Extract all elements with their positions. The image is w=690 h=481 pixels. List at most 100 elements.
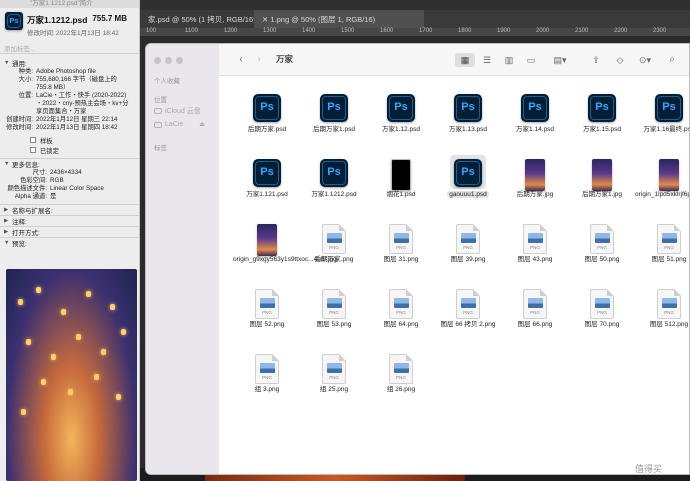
name-extension-section-toggle[interactable]: ▶ 名称与扩展名: (0, 205, 139, 215)
file-item[interactable]: Ps 万家1.14.psd (501, 84, 569, 148)
info-modified-label: 修改时间: (27, 30, 55, 37)
file-item[interactable]: PNG 组 3.png (233, 344, 301, 408)
info-size: 755.7 MB (92, 14, 127, 23)
file-name-text: 万家1.16最终.psd (643, 126, 690, 133)
file-item[interactable]: PNG 图层 39.png (434, 214, 502, 278)
view-gallery-button[interactable]: ▭ (521, 53, 541, 67)
png-file-icon: PNG (255, 289, 279, 319)
group-by-button[interactable]: ▤▾ (549, 53, 571, 67)
file-item[interactable]: PNG 后期万家.png (300, 214, 368, 278)
file-item[interactable]: PNG 图层 70.png (568, 279, 636, 343)
ruler-tick: 1500 (341, 28, 355, 34)
file-item[interactable]: PNG 图层 50.png (568, 214, 636, 278)
file-item[interactable]: Ps 万家1.15.psd (568, 84, 636, 148)
file-item[interactable]: Ps 万家1.1212.psd (300, 149, 368, 213)
lantern-shape (121, 329, 126, 335)
file-name: 组 25.png (300, 386, 368, 394)
info-key: 尺寸: (32, 169, 47, 176)
file-name: 图层 66 拷贝 2.png (434, 321, 502, 329)
file-item[interactable]: PNG 图层 64.png (367, 279, 435, 343)
preview-image (6, 269, 137, 481)
view-icons-button[interactable]: ▦ (455, 53, 475, 67)
chevron-down-icon: ▼ (4, 161, 10, 167)
more-info-title: 更多信息: (12, 162, 40, 169)
file-icon-wrapper (659, 159, 679, 191)
file-icon-wrapper: PNG (523, 224, 547, 254)
share-button[interactable]: ⇪ (589, 53, 603, 67)
file-name-text: 组 3.png (254, 386, 280, 393)
sidebar-section-locations: 位置 (154, 97, 167, 104)
info-key: 修改时间: (6, 124, 33, 131)
file-name-text: 后期万家.psd (247, 126, 287, 133)
file-item[interactable]: PNG 图层 66.png (501, 279, 569, 343)
file-item[interactable]: origin_g9xgy563y1s9ttxoc...4bhr.jpg (233, 214, 337, 278)
file-item[interactable]: Ps 后期万家1.psd (300, 84, 368, 148)
sidebar-item-icloud[interactable]: iCloud 云盘 (154, 106, 201, 116)
photoshop-document-tab-active[interactable]: ✕ 1.png @ 50% (图层 1, RGB/16) (254, 10, 424, 28)
zoom-window-button[interactable] (176, 57, 183, 64)
file-name: 图层 52.png (233, 321, 301, 329)
open-with-section-toggle[interactable]: ▶ 打开方式: (0, 227, 139, 237)
tags-input[interactable]: 添加标签... (0, 40, 139, 54)
general-section-toggle[interactable]: ▼ 通用: (0, 58, 139, 68)
image-thumbnail-icon (391, 159, 411, 191)
file-item[interactable]: PNG 图层 31.png (367, 214, 435, 278)
get-info-window: "万家1.1212.psd"简介 Ps 万家1.1212.psd 755.7 M… (0, 0, 140, 481)
file-item[interactable]: PNG 图层 51.png (635, 214, 689, 278)
more-actions-button[interactable]: ⊙▾ (635, 53, 655, 67)
info-key: Alpha 通道: (14, 193, 47, 200)
image-thumbnail-icon (659, 159, 679, 191)
eject-icon[interactable]: ⏏ (199, 121, 205, 128)
file-item[interactable]: Ps 万家1.13.psd (434, 84, 502, 148)
back-button[interactable]: ‹ (235, 53, 247, 67)
file-item[interactable]: PNG 组 25.png (300, 344, 368, 408)
minimize-window-button[interactable] (165, 57, 172, 64)
file-item[interactable]: PNG 图层 43.png (501, 214, 569, 278)
file-name: 图层 31.png (367, 256, 435, 264)
file-item[interactable]: Ps gaouuu1.psd (434, 149, 502, 213)
preview-section-toggle[interactable]: ▼ 预览: (0, 238, 139, 248)
file-item[interactable]: Ps 万家1.16最终.psd (635, 84, 690, 148)
photoshop-file-icon: Ps (588, 94, 616, 122)
comments-title: 注释: (12, 219, 27, 226)
list-view-icon: ☰ (482, 55, 492, 65)
file-item[interactable]: 后期万家1.jpg (568, 149, 636, 213)
checkbox-icon (30, 147, 36, 153)
file-item[interactable]: Ps 万家1.12.psd (367, 84, 435, 148)
file-item[interactable]: PNG 图层 66 拷贝 2.png (434, 279, 502, 343)
ruler-tick: 2100 (575, 28, 589, 34)
info-value: 是 (50, 193, 57, 200)
file-item[interactable]: PNG 组 26.png (367, 344, 435, 408)
file-item[interactable]: origin_1lpd5xklrjf6pfa6f...fnnfl.jpg (635, 149, 689, 213)
info-window-title: "万家1.1212.psd"简介 (0, 0, 139, 8)
file-item[interactable]: Ps 后期万家.psd (233, 84, 301, 148)
sidebar-item-lacie[interactable]: LaCie ⏏ (154, 121, 205, 128)
photoshop-file-icon: Ps (454, 94, 482, 122)
sidebar-item-label: LaCie (165, 121, 184, 128)
lantern-shape (94, 374, 99, 380)
search-icon: ⌕ (669, 54, 675, 65)
search-button[interactable]: ⌕ (665, 53, 679, 67)
locked-checkbox[interactable]: 已锁定 (30, 145, 139, 155)
view-list-button[interactable]: ☰ (477, 53, 497, 67)
close-window-button[interactable] (154, 57, 161, 64)
info-value: 755,680,166 字节（磁盘上的 755.8 MB） (36, 76, 117, 91)
file-name: 万家1.12.psd (367, 126, 435, 134)
png-file-icon: PNG (523, 289, 547, 319)
file-item[interactable]: Ps 万家1.121.psd (233, 149, 301, 213)
file-item[interactable]: PNG 图层 53.png (300, 279, 368, 343)
file-item[interactable]: PNG 图层 52.png (233, 279, 301, 343)
file-name-text: 图层 43.png (517, 256, 553, 263)
file-name-text: 图层 52.png (249, 321, 285, 328)
photoshop-document-tab[interactable]: 家.psd @ 50% (1 拷贝, RGB/16*) (140, 10, 259, 28)
more-info-section-toggle[interactable]: ▼ 更多信息: (0, 159, 139, 169)
view-columns-button[interactable]: ▥ (499, 53, 519, 67)
file-icon-wrapper: Ps (320, 159, 348, 187)
tag-button[interactable]: ◇ (613, 53, 627, 67)
file-item[interactable]: 烟花1.psd (367, 149, 435, 213)
forward-button[interactable]: › (253, 53, 265, 67)
file-item[interactable]: 后期万家.jpg (501, 149, 569, 213)
comments-section-toggle[interactable]: ▶ 注释: (0, 216, 139, 226)
stationery-checkbox[interactable]: 样板 (30, 135, 139, 145)
file-item[interactable]: PNG 图层 512.png (635, 279, 689, 343)
